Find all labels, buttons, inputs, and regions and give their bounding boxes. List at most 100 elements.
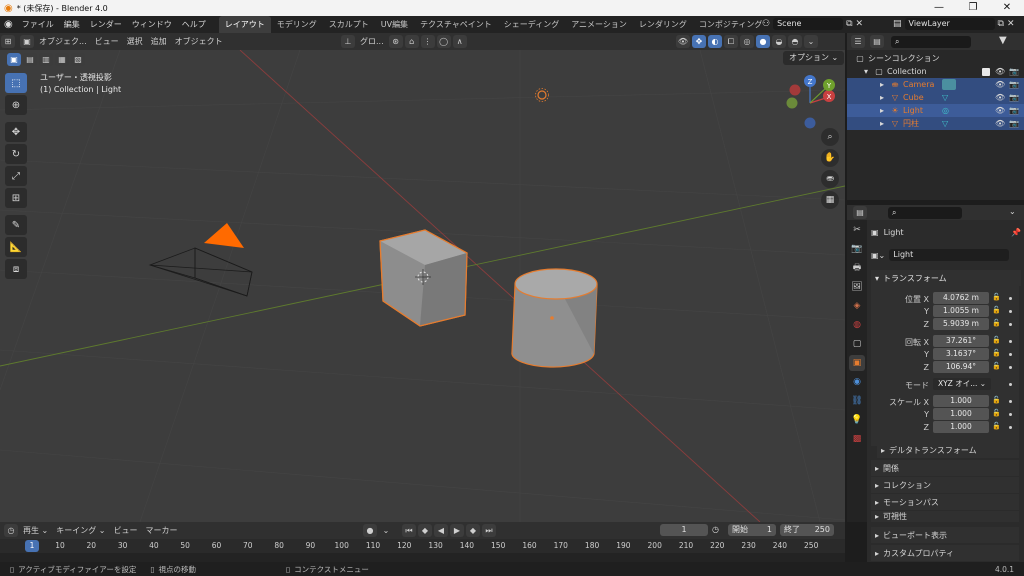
- menu-view[interactable]: ビュー: [91, 33, 123, 50]
- snap-icon[interactable]: ⌂: [404, 35, 419, 48]
- gizmo-neg-z-axis[interactable]: [804, 117, 816, 129]
- lock-icon[interactable]: 🔓: [992, 293, 1001, 301]
- timeline-body[interactable]: [0, 553, 845, 562]
- overlay-toggle-icon[interactable]: ◐: [708, 35, 722, 48]
- render-tab-icon[interactable]: 📷: [849, 241, 865, 257]
- scene-tab-icon[interactable]: ◈: [849, 298, 865, 314]
- custom-properties-panel[interactable]: ▸ カスタムプロパティ: [871, 545, 1019, 561]
- light-data-icon[interactable]: ◎: [942, 106, 949, 115]
- physics-tab-icon[interactable]: ◉: [849, 374, 865, 390]
- cursor-tool-icon[interactable]: ⊕: [5, 95, 27, 115]
- minimize-button[interactable]: —: [922, 0, 956, 16]
- collection-row[interactable]: ▾ ▢ Collection 👁 📷: [847, 65, 1024, 78]
- play-icon[interactable]: ▶: [450, 524, 464, 537]
- expand-arrow-icon[interactable]: ▸: [877, 119, 887, 129]
- frame-start-field[interactable]: 開始 1: [728, 524, 776, 536]
- wireframe-shading-icon[interactable]: ◎: [740, 35, 754, 48]
- select-subtract-icon[interactable]: ▥: [39, 53, 53, 66]
- new-scene-icon[interactable]: ⧉: [846, 19, 852, 29]
- rotation-y-field[interactable]: 3.1637°: [933, 348, 989, 360]
- transform-tool-icon[interactable]: ⊞: [5, 188, 27, 208]
- render-icon[interactable]: 📷: [1009, 106, 1019, 115]
- expand-arrow-icon[interactable]: ▸: [877, 106, 887, 116]
- select-extend-icon[interactable]: ▤: [23, 53, 37, 66]
- properties-search-input[interactable]: ⌕: [888, 206, 962, 219]
- new-view-layer-icon[interactable]: ⧉: [998, 19, 1004, 29]
- expand-arrow-icon[interactable]: ▸: [877, 80, 887, 90]
- pan-hand-icon[interactable]: ✋: [821, 149, 839, 167]
- menu-object[interactable]: オブジェクト: [171, 33, 227, 50]
- menu-keying[interactable]: キーイング ⌄: [52, 522, 109, 539]
- expand-arrow-icon[interactable]: ▾: [861, 67, 871, 77]
- scale-tool-icon[interactable]: ⤢: [5, 166, 27, 186]
- keyframe-dot[interactable]: [1009, 323, 1012, 326]
- select-intersect-icon[interactable]: ▧: [71, 53, 85, 66]
- timeline-ruler[interactable]: 1 10 20 30 40 50 60 70 80 90 100 110 120 130 140 150 160…: [0, 539, 845, 553]
- keyframe-dot[interactable]: [1009, 400, 1012, 403]
- collections-panel[interactable]: ▸ コレクション: [871, 477, 1019, 493]
- shading-options-icon[interactable]: ⌄: [804, 35, 818, 48]
- scale-x-field[interactable]: 1.000: [933, 395, 989, 407]
- visibility-icon[interactable]: 👁: [995, 80, 1005, 89]
- visibility-icon[interactable]: 👁: [995, 93, 1005, 102]
- light-object[interactable]: [535, 88, 549, 102]
- outliner-item-camera[interactable]: ▸ ⛂ Camera 👁 📷: [847, 78, 1024, 91]
- select-new-icon[interactable]: ▣: [7, 53, 21, 66]
- rendered-shading-icon[interactable]: ◓: [788, 35, 802, 48]
- mesh-data-icon[interactable]: ▽: [942, 119, 948, 128]
- tool-tab-icon[interactable]: ✂: [849, 222, 865, 238]
- options-dropdown[interactable]: オプション ⌄: [783, 51, 845, 65]
- outliner-item-cube[interactable]: ▸ ▽ Cube ▽ 👁 📷: [847, 91, 1024, 104]
- gizmo-toggle-icon[interactable]: ✥: [692, 35, 706, 48]
- delete-view-layer-icon[interactable]: ✕: [1007, 19, 1015, 29]
- tab-uv-editing[interactable]: UV編集: [375, 16, 414, 33]
- motion-paths-panel[interactable]: ▸ モーションパス: [871, 494, 1019, 510]
- mesh-data-icon[interactable]: ▽: [942, 93, 948, 102]
- transform-panel-header[interactable]: ▾ トランスフォーム: [871, 270, 1021, 286]
- camera-data-icon[interactable]: [942, 79, 956, 90]
- outliner-item-cylinder[interactable]: ▸ ▽ 円柱 ▽ 👁 📷: [847, 117, 1024, 130]
- add-cube-tool-icon[interactable]: ⧈: [5, 259, 27, 279]
- editor-type-icon[interactable]: ⊞: [1, 35, 15, 48]
- prev-keyframe-icon[interactable]: ◆: [418, 524, 432, 537]
- snap-target-icon[interactable]: ⋮: [420, 35, 435, 48]
- outliner-editor-type-icon[interactable]: ☰: [851, 35, 865, 48]
- light-data-tab-icon[interactable]: 💡: [849, 412, 865, 428]
- blender-menu-icon[interactable]: ◉: [4, 19, 13, 30]
- record-icon[interactable]: ●: [363, 524, 377, 537]
- properties-options-icon[interactable]: ⌄: [1009, 207, 1016, 216]
- menu-window[interactable]: ウィンドウ: [127, 16, 177, 33]
- scene-icon[interactable]: ⚇: [762, 19, 770, 29]
- scale-y-field[interactable]: 1.000: [933, 408, 989, 420]
- object-tab-icon[interactable]: ▣: [849, 355, 865, 371]
- lock-icon[interactable]: 🔓: [992, 319, 1001, 327]
- mode-dropdown[interactable]: オブジェク...: [35, 33, 91, 50]
- menu-file[interactable]: ファイル: [17, 16, 59, 33]
- tab-rendering[interactable]: レンダリング: [633, 16, 693, 33]
- solid-shading-icon[interactable]: ●: [756, 35, 770, 48]
- world-tab-icon[interactable]: ◍: [849, 317, 865, 333]
- rotation-mode-dropdown[interactable]: XYZ オイ... ⌄: [933, 378, 991, 390]
- tab-animation[interactable]: アニメーション: [565, 16, 633, 33]
- falloff-icon[interactable]: ∧: [452, 35, 467, 48]
- outliner-item-light[interactable]: ▸ ☀ Light ◎ 👁 📷: [847, 104, 1024, 117]
- lock-icon[interactable]: 🔓: [992, 396, 1001, 404]
- view-layer-field[interactable]: ViewLayer: [904, 18, 995, 30]
- close-button[interactable]: ✕: [990, 0, 1024, 16]
- location-z-field[interactable]: 5.9039 m: [933, 318, 989, 330]
- render-icon[interactable]: 📷: [1009, 93, 1019, 102]
- expand-arrow-icon[interactable]: ▸: [877, 93, 887, 103]
- annotate-tool-icon[interactable]: ✎: [5, 215, 27, 235]
- keyframe-dot[interactable]: [1009, 310, 1012, 313]
- properties-editor-type-icon[interactable]: ▤: [853, 206, 867, 219]
- lock-icon[interactable]: 🔓: [992, 422, 1001, 430]
- keyframe-options-icon[interactable]: ⌄: [379, 524, 393, 537]
- play-reverse-icon[interactable]: ◀: [434, 524, 448, 537]
- tab-texture-paint[interactable]: テクスチャペイント: [414, 16, 498, 33]
- maximize-button[interactable]: ❐: [956, 0, 990, 16]
- menu-add[interactable]: 追加: [147, 33, 171, 50]
- visibility-icon[interactable]: 👁: [995, 119, 1005, 128]
- xray-icon[interactable]: ⧠: [724, 35, 738, 48]
- view-layer-tab-icon[interactable]: 🖼: [849, 279, 865, 295]
- viewport-display-panel[interactable]: ▸ ビューポート表示: [871, 527, 1019, 543]
